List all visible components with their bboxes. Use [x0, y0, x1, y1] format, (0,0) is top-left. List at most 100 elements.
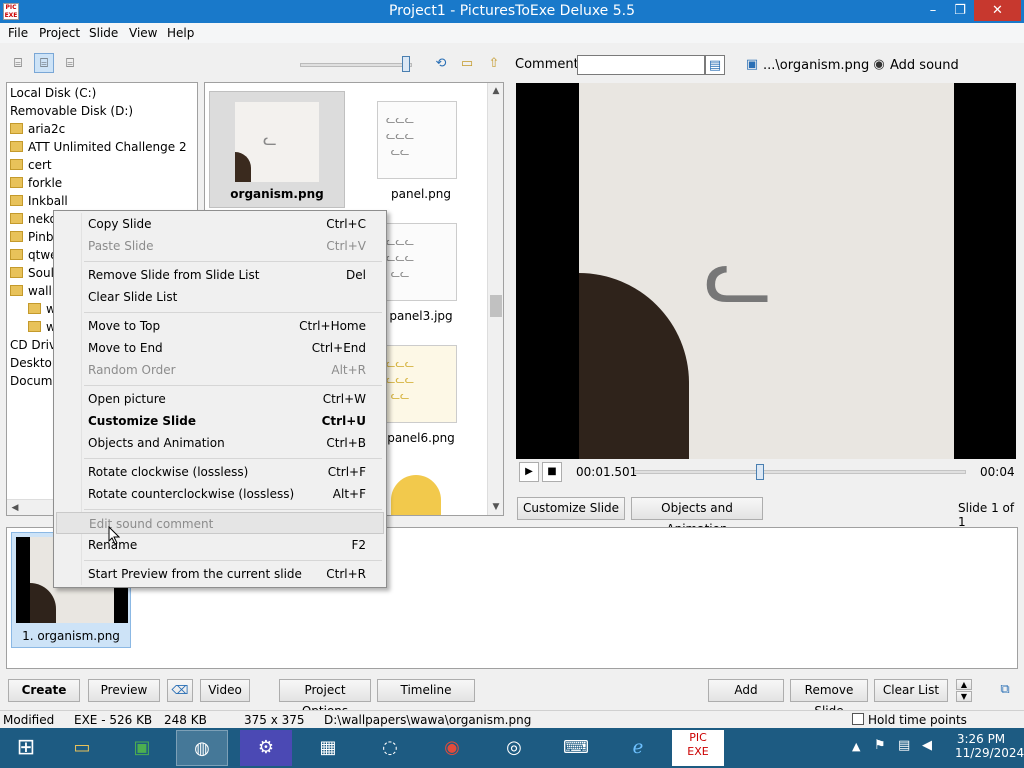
- thumbnail-card[interactable]: ᓚᓚᓚ ᓚᓚᓚ ᓚᓚ panel.png: [371, 91, 471, 208]
- settings-gear-icon[interactable]: ⚙: [240, 730, 292, 766]
- play-icon[interactable]: ▶: [519, 462, 539, 482]
- thumbnail-vertical-scrollbar[interactable]: ▲ ▼: [487, 83, 503, 515]
- scroll-down-icon[interactable]: ▼: [488, 499, 503, 515]
- thumbnail-card-selected[interactable]: ᓚ organism.png: [209, 91, 345, 208]
- menu-item-rotate-clockwise[interactable]: Rotate clockwise (lossless) Ctrl+F: [56, 461, 384, 483]
- tree-item-folder[interactable]: Soul: [10, 264, 54, 282]
- move-down-icon[interactable]: ▼: [956, 691, 972, 702]
- menu-item-customize-slide[interactable]: Customize Slide Ctrl+U: [56, 410, 384, 432]
- menu-project[interactable]: Project: [39, 26, 80, 40]
- customize-slide-button[interactable]: Customize Slide: [517, 497, 625, 520]
- menu-item-copy-slide[interactable]: Copy Slide Ctrl+C: [56, 213, 384, 235]
- control-panel-icon[interactable]: ▦: [302, 730, 354, 766]
- network-icon[interactable]: ▤: [898, 738, 910, 753]
- seek-bar[interactable]: [634, 470, 966, 474]
- menu-separator: [84, 458, 382, 459]
- menu-slide[interactable]: Slide: [89, 26, 118, 40]
- menu-view[interactable]: View: [129, 26, 157, 40]
- tree-item-folder[interactable]: cert: [10, 156, 52, 174]
- menu-file[interactable]: File: [8, 26, 28, 40]
- menu-item-move-to-end[interactable]: Move to End Ctrl+End: [56, 337, 384, 359]
- chromium-icon[interactable]: ◌: [364, 730, 416, 766]
- menu-item-open-picture[interactable]: Open picture Ctrl+W: [56, 388, 384, 410]
- scroll-up-icon[interactable]: ▲: [488, 83, 503, 99]
- tree-item-folder[interactable]: forkle: [10, 174, 62, 192]
- folder-up-icon[interactable]: ⇧: [484, 54, 504, 74]
- cat-sketch-icon: ᓚᓚᓚ ᓚᓚᓚ ᓚᓚ: [386, 235, 415, 280]
- tree-item-folder[interactable]: ATT Unlimited Challenge 2: [10, 138, 187, 156]
- fullscreen-icon[interactable]: ⧉: [995, 680, 1015, 700]
- menu-item-objects-animation[interactable]: Objects and Animation Ctrl+B: [56, 432, 384, 454]
- volume-muted-icon[interactable]: ◀: [922, 738, 932, 753]
- preview-button[interactable]: Preview: [88, 679, 160, 702]
- move-up-icon[interactable]: ▲: [956, 679, 972, 690]
- tree-item-subfolder[interactable]: w: [28, 318, 56, 336]
- speaker-icon[interactable]: ◉: [869, 55, 889, 75]
- menu-item-rename[interactable]: Rename F2: [56, 534, 384, 556]
- refresh-icon[interactable]: ⟲: [431, 54, 451, 74]
- hold-time-label: Hold time points: [868, 713, 967, 727]
- scroll-left-icon[interactable]: ◀: [7, 500, 23, 515]
- objects-animation-button[interactable]: Objects and Animation: [631, 497, 763, 536]
- scrollbar-thumb[interactable]: [490, 295, 502, 317]
- action-center-flag-icon[interactable]: ⚑: [874, 738, 886, 753]
- project-options-button[interactable]: Project Options: [279, 679, 371, 718]
- internet-explorer-icon[interactable]: ℯ: [612, 730, 664, 766]
- restore-button[interactable]: ❐: [947, 0, 973, 21]
- menu-help[interactable]: Help: [167, 26, 194, 40]
- thumb-size-slider-handle[interactable]: [402, 56, 410, 72]
- tree-item-folder[interactable]: neko: [10, 210, 57, 228]
- folder-open-icon[interactable]: ▭: [457, 54, 477, 74]
- slide-label: 1. organism.png: [22, 629, 120, 643]
- tree-item-folder[interactable]: Pinb: [10, 228, 54, 246]
- menu-item-clear-slide-list[interactable]: Clear Slide List: [56, 286, 384, 308]
- file-explorer-icon[interactable]: ▭: [56, 730, 108, 766]
- computer-icon[interactable]: ⌨: [550, 730, 602, 766]
- add-button[interactable]: Add: [708, 679, 784, 702]
- view-small-icon[interactable]: ⌸: [8, 54, 28, 74]
- timeline-button[interactable]: Timeline: [377, 679, 475, 702]
- current-file-label[interactable]: ...\organism.png: [763, 58, 869, 73]
- menu-bar: File Project Slide View Help: [0, 23, 1024, 43]
- menu-item-remove-slide[interactable]: Remove Slide from Slide List Del: [56, 264, 384, 286]
- add-sound-button[interactable]: Add sound: [890, 58, 959, 73]
- tree-item-folder[interactable]: aria2c: [10, 120, 65, 138]
- seek-bar-handle[interactable]: [756, 464, 765, 480]
- comment-input[interactable]: [577, 55, 705, 75]
- menu-separator: [84, 560, 382, 561]
- tree-item-folder[interactable]: Inkball: [10, 192, 68, 210]
- store-icon[interactable]: ▣: [116, 730, 168, 766]
- tree-item-label: forkle: [28, 176, 63, 190]
- clear-list-button[interactable]: Clear List: [874, 679, 948, 702]
- menu-item-move-to-top[interactable]: Move to Top Ctrl+Home: [56, 315, 384, 337]
- stop-icon[interactable]: ■: [542, 462, 562, 482]
- thumb-size-slider[interactable]: [300, 63, 412, 67]
- video-button[interactable]: Video: [200, 679, 250, 702]
- shadow-shape: [579, 273, 689, 459]
- create-button[interactable]: Create: [8, 679, 80, 702]
- tree-item-folder[interactable]: qtwe: [10, 246, 58, 264]
- tree-item-local-disk[interactable]: Local Disk (C:): [10, 84, 96, 102]
- tray-chevron-icon[interactable]: ▲: [852, 740, 860, 753]
- tray-clock[interactable]: 3:26 PM 11/29/2024: [955, 732, 1024, 760]
- tree-item-removable-disk[interactable]: Removable Disk (D:): [10, 102, 133, 120]
- hold-time-checkbox[interactable]: [852, 713, 864, 725]
- picture-icon[interactable]: ▣: [742, 55, 762, 75]
- slide-preview: ᓚ: [516, 83, 1016, 459]
- network-app-icon[interactable]: ◍: [176, 730, 228, 766]
- tree-item-subfolder[interactable]: w: [28, 300, 56, 318]
- menu-item-random-order: Random Order Alt+R: [88, 363, 366, 377]
- comment-edit-icon[interactable]: ▤: [705, 55, 725, 75]
- minimize-button[interactable]: –: [920, 0, 946, 21]
- view-large-icon[interactable]: ⌸: [60, 54, 80, 74]
- picturestoexe-taskbar-icon[interactable]: PIC EXE: [672, 730, 724, 766]
- media-player-icon[interactable]: ◎: [488, 730, 540, 766]
- close-button[interactable]: ✕: [974, 0, 1021, 21]
- eraser-icon[interactable]: ⌫: [167, 679, 193, 702]
- menu-item-rotate-counterclockwise[interactable]: Rotate counterclockwise (lossless) Alt+F: [56, 483, 384, 505]
- menu-item-start-preview[interactable]: Start Preview from the current slide Ctrl…: [56, 563, 384, 585]
- remove-slide-button[interactable]: Remove Slide: [790, 679, 868, 718]
- windows-start-icon[interactable]: ⊞: [0, 730, 52, 766]
- chrome-icon[interactable]: ◉: [426, 730, 478, 766]
- view-medium-icon[interactable]: ⌸: [34, 53, 54, 73]
